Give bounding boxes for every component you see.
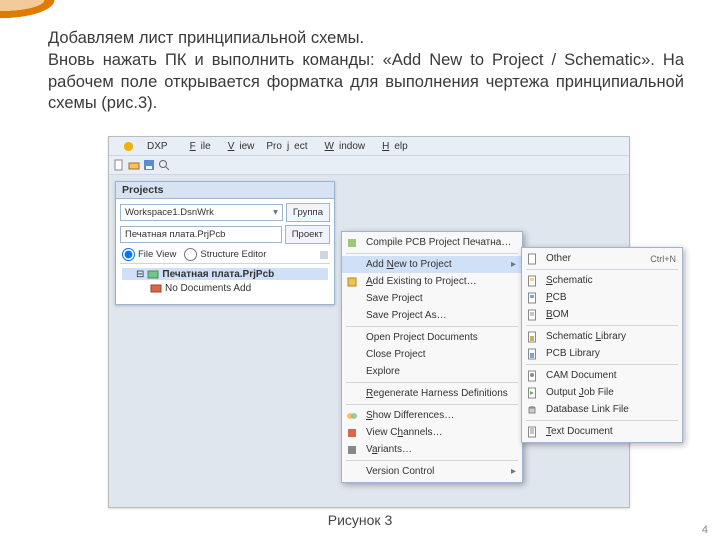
project-icon bbox=[147, 268, 159, 280]
menu-dxp[interactable]: DXP bbox=[113, 139, 178, 154]
mi-open-docs[interactable]: Open Project Documents bbox=[342, 329, 522, 346]
add-existing-icon bbox=[346, 276, 358, 288]
bom-icon bbox=[526, 309, 538, 321]
submenu-arrow-icon: ▸ bbox=[511, 259, 516, 270]
channels-icon bbox=[346, 427, 358, 439]
panel-settings-icon[interactable] bbox=[318, 249, 330, 261]
figure-caption: Рисунок 3 bbox=[0, 512, 720, 528]
page-number: 4 bbox=[702, 524, 708, 536]
smi-text-doc[interactable]: Text DocumentText Document bbox=[522, 423, 682, 440]
menu-project[interactable]: ProjectProject bbox=[261, 140, 312, 153]
app-screenshot: DXP FFileile ViewView ProjectProject Win… bbox=[108, 136, 630, 508]
context-menu: Compile PCB Project Печатная плата.PrjPc… bbox=[341, 231, 523, 483]
chevron-down-icon: ▾ bbox=[273, 207, 278, 218]
projects-panel-title: Projects bbox=[116, 182, 334, 199]
smi-pcb[interactable]: PCBPCB bbox=[522, 289, 682, 306]
menu-separator bbox=[346, 460, 518, 461]
folder-icon bbox=[150, 282, 162, 294]
menu-separator bbox=[526, 269, 678, 270]
minus-box-icon: ⊟ bbox=[136, 269, 144, 280]
pcb-lib-icon bbox=[526, 348, 538, 360]
menu-help[interactable]: HelpHelp bbox=[372, 140, 413, 153]
paragraph-2: Вновь нажать ПК и выполнить команды: «Ad… bbox=[48, 50, 684, 115]
paragraph-1: Добавляем лист принципиальной схемы. bbox=[48, 28, 684, 50]
mi-variants[interactable]: Variants…Variants… bbox=[342, 441, 522, 458]
mi-save-project-as[interactable]: Save Project As… bbox=[342, 307, 522, 324]
mi-view-channels[interactable]: View Channels…View Channels… bbox=[342, 424, 522, 441]
sch-lib-icon bbox=[526, 331, 538, 343]
zoom-icon[interactable] bbox=[158, 159, 170, 171]
file-view-radio[interactable]: File View bbox=[122, 248, 176, 261]
smi-db-link[interactable]: Database Link File bbox=[522, 401, 682, 418]
mi-show-diff[interactable]: Show Differences…Show Differences… bbox=[342, 407, 522, 424]
pcb-icon bbox=[526, 292, 538, 304]
mi-explore[interactable]: Explore bbox=[342, 363, 522, 380]
smi-schematic[interactable]: SchematicSchematic bbox=[522, 272, 682, 289]
schematic-icon bbox=[526, 275, 538, 287]
smi-cam-doc[interactable]: CAM Document bbox=[522, 367, 682, 384]
cam-icon bbox=[526, 370, 538, 382]
mi-version-control[interactable]: Version Control ▸ bbox=[342, 463, 522, 480]
tree-root-item[interactable]: ⊟ Печатная плата.PrjPcb bbox=[122, 268, 328, 280]
open-icon[interactable] bbox=[128, 159, 140, 171]
db-link-icon bbox=[526, 404, 538, 416]
project-button[interactable]: Проект bbox=[285, 225, 330, 244]
project-tree: ⊟ Печатная плата.PrjPcb No Documents Add bbox=[120, 263, 330, 300]
menu-separator bbox=[526, 420, 678, 421]
mi-add-new[interactable]: Add New to Project Add New to Project ▸ bbox=[342, 256, 522, 273]
menu-view[interactable]: ViewView bbox=[218, 140, 260, 153]
smi-other[interactable]: Other Ctrl+N bbox=[522, 250, 682, 267]
menu-separator bbox=[346, 326, 518, 327]
workspace-button[interactable]: Группа bbox=[286, 203, 330, 222]
smi-output-job[interactable]: Output Job FileOutput Job File bbox=[522, 384, 682, 401]
dxp-icon bbox=[118, 140, 139, 153]
projects-panel: Projects Workspace1.DsnWrk ▾ Группа Печа… bbox=[115, 181, 335, 305]
submenu-add-new: Other Ctrl+N SchematicSchematic PCBPCB B… bbox=[521, 247, 683, 443]
tree-sub-item[interactable]: No Documents Add bbox=[122, 282, 328, 294]
new-doc-icon[interactable] bbox=[113, 159, 125, 171]
structure-editor-radio[interactable]: Structure Editor bbox=[184, 248, 266, 261]
doc-icon bbox=[526, 253, 538, 265]
menu-separator bbox=[526, 364, 678, 365]
mi-save-project[interactable]: Save Project bbox=[342, 290, 522, 307]
menu-window[interactable]: WindowWindow bbox=[315, 140, 371, 153]
variants-icon bbox=[346, 444, 358, 456]
project-combo[interactable]: Печатная плата.PrjPcb bbox=[120, 226, 282, 243]
smi-bom[interactable]: BOMBOM bbox=[522, 306, 682, 323]
body-text: Добавляем лист принципиальной схемы. Вно… bbox=[48, 28, 684, 115]
shortcut-label: Ctrl+N bbox=[650, 254, 676, 264]
mi-regenerate[interactable]: Regenerate Harness DefinitionsRegenerate… bbox=[342, 385, 522, 402]
save-icon[interactable] bbox=[143, 159, 155, 171]
menu-separator bbox=[346, 253, 518, 254]
workspace-combo[interactable]: Workspace1.DsnWrk ▾ bbox=[120, 204, 283, 221]
menu-file[interactable]: FFileile bbox=[180, 140, 216, 153]
compile-icon bbox=[346, 237, 358, 249]
mi-compile[interactable]: Compile PCB Project Печатная плата.PrjPc… bbox=[342, 234, 522, 251]
mi-close-project[interactable]: Close Project bbox=[342, 346, 522, 363]
diff-icon bbox=[346, 410, 358, 422]
menu-separator bbox=[346, 404, 518, 405]
submenu-arrow-icon: ▸ bbox=[511, 466, 516, 477]
menu-separator bbox=[346, 382, 518, 383]
menubar: DXP FFileile ViewView ProjectProject Win… bbox=[109, 137, 629, 156]
output-job-icon bbox=[526, 387, 538, 399]
mi-add-existing[interactable]: Add Existing to Project… Add Existing to… bbox=[342, 273, 522, 290]
slide-corner bbox=[0, 0, 90, 30]
smi-schematic-lib[interactable]: Schematic LibrarySchematic Library bbox=[522, 328, 682, 345]
smi-pcb-lib[interactable]: PCB Library bbox=[522, 345, 682, 362]
toolbar bbox=[109, 156, 629, 175]
text-doc-icon bbox=[526, 426, 538, 438]
menu-separator bbox=[526, 325, 678, 326]
